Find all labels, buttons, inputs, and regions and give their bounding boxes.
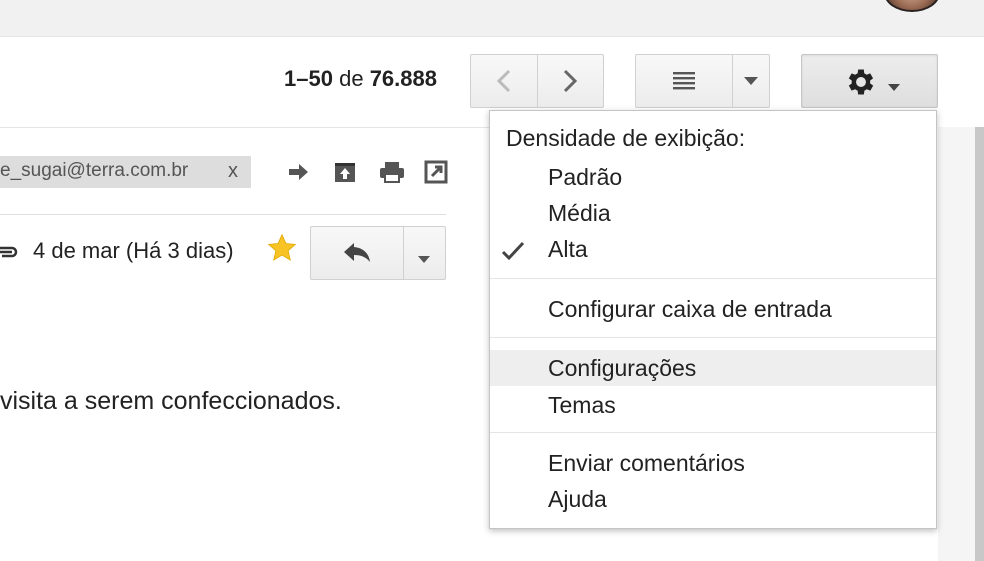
menu-item-density-padrao[interactable]: Padrão (490, 159, 936, 195)
archive-icon[interactable] (333, 160, 359, 186)
pagination-of: de (339, 66, 364, 91)
header-divider (0, 214, 446, 215)
pagination-range: 1–50 (284, 66, 333, 91)
chevron-right-icon (562, 69, 578, 93)
caret-down-icon (888, 78, 900, 96)
caret-down-icon (744, 77, 758, 85)
recipient-email: e_sugai@terra.com.br (0, 160, 189, 181)
older-button[interactable] (471, 55, 537, 107)
attachment-icon (0, 240, 18, 262)
toolbar-divider (0, 127, 490, 128)
settings-menu: Densidade de exibição: Padrão Média Alta… (489, 110, 937, 529)
menu-item-label: Configurar caixa de entrada (548, 296, 832, 322)
user-avatar-icon[interactable] (884, 0, 940, 12)
open-in-new-window-icon[interactable] (424, 160, 450, 186)
menu-item-settings[interactable]: Configurações (490, 350, 936, 386)
pagination-nav (470, 54, 604, 108)
density-heading: Densidade de exibição: (506, 125, 746, 151)
menu-item-density-media[interactable]: Média (490, 195, 936, 231)
menu-item-label: Alta (548, 236, 588, 262)
density-button-group (635, 54, 770, 108)
list-density-icon (673, 71, 695, 91)
caret-down-icon (418, 250, 430, 268)
menu-item-label: Configurações (548, 355, 697, 381)
density-dropdown-button[interactable] (733, 55, 769, 107)
more-actions-button[interactable] (404, 227, 445, 279)
newer-button[interactable] (538, 55, 604, 107)
menu-item-send-feedback[interactable]: Enviar comentários (490, 445, 936, 481)
menu-divider (490, 337, 936, 338)
menu-item-label: Ajuda (548, 486, 607, 512)
menu-divider (490, 432, 936, 433)
menu-item-help[interactable]: Ajuda (490, 481, 936, 517)
menu-item-configure-inbox[interactable]: Configurar caixa de entrada (490, 291, 936, 327)
reply-icon (343, 241, 371, 268)
menu-item-themes[interactable]: Temas (490, 387, 936, 423)
menu-item-label: Média (548, 200, 611, 226)
reply-button-group (310, 226, 446, 280)
recipient-chip: e_sugai@terra.com.br x (0, 156, 251, 188)
settings-button[interactable] (801, 54, 938, 108)
checkmark-icon (500, 237, 526, 261)
star-icon[interactable] (266, 232, 300, 266)
message-date: 4 de mar (Há 3 dias) (33, 238, 234, 263)
pagination-total: 76.888 (369, 66, 437, 91)
pagination-count: 1–50 de 76.888 (284, 66, 437, 92)
gear-icon (844, 65, 878, 104)
scrollbar-thumb[interactable] (975, 127, 984, 561)
chevron-left-icon (496, 69, 512, 93)
forward-icon[interactable] (287, 160, 313, 186)
menu-item-label: Temas (548, 392, 616, 418)
message-body-text: visita a serem confeccionados. (0, 387, 342, 415)
reply-button[interactable] (311, 227, 403, 279)
density-button[interactable] (636, 55, 732, 107)
top-bar (0, 0, 984, 37)
chip-remove-button[interactable]: x (228, 160, 238, 183)
menu-item-label: Enviar comentários (548, 450, 745, 476)
menu-item-label: Padrão (548, 164, 623, 190)
print-icon[interactable] (379, 160, 405, 186)
menu-divider (490, 278, 936, 279)
menu-item-density-alta[interactable]: Alta (490, 231, 936, 267)
